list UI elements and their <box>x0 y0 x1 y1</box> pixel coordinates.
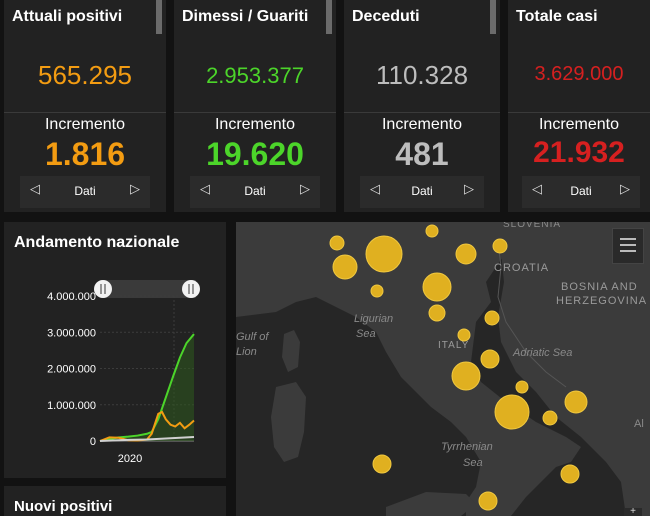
region-bubble[interactable] <box>425 224 439 238</box>
map-label: BOSNIA AND <box>561 281 638 293</box>
y-tick-label: 4.000.000 <box>47 291 96 303</box>
scrollbar-thumb[interactable] <box>490 0 496 34</box>
y-tick-label: 1.000.000 <box>47 400 96 412</box>
region-bubble[interactable] <box>478 491 498 511</box>
region-bubble[interactable] <box>329 235 345 251</box>
increment-value: 1.816 <box>44 136 126 172</box>
chart-panel: Andamento nazionale 4.000.000 3.000.000 2.… <box>4 222 226 478</box>
map-label: SLOVENIA <box>503 222 561 230</box>
region-bubble[interactable] <box>455 243 477 265</box>
map-label: Lion <box>236 346 257 358</box>
divider <box>4 112 166 113</box>
increment-label: Incremento <box>381 116 463 133</box>
card-pager: ◁ Dati ▷ <box>360 176 484 208</box>
map-label: Sea <box>356 328 376 340</box>
range-slider-track[interactable] <box>100 280 196 298</box>
map-label: Adriatic Sea <box>512 347 572 359</box>
scrollbar-thumb[interactable] <box>326 0 332 34</box>
region-bubble[interactable] <box>492 238 508 254</box>
map-label: ITALY <box>438 340 469 351</box>
card-title: Deceduti <box>352 8 420 25</box>
card-value: 110.328 <box>375 60 469 90</box>
region-bubble[interactable] <box>560 464 580 484</box>
map-canvas[interactable]: SLOVENIA CROATIA BOSNIA AND HERZEGOVINA … <box>236 222 650 516</box>
card-pager: ◁ Dati ▷ <box>190 176 320 208</box>
divider <box>174 112 336 113</box>
card-totale-casi: Totale casi 3.629.000 Incremento 21.932 … <box>508 0 650 212</box>
card-deceduti: Deceduti 110.328 Incremento 481 ◁ Dati ▷ <box>344 0 500 212</box>
region-bubble[interactable] <box>428 304 446 322</box>
y-tick-label: 2.000.000 <box>47 364 96 376</box>
range-handle-right[interactable] <box>182 280 200 298</box>
nuovi-positivi-panel: Nuovi positivi <box>4 486 226 516</box>
card-attuali-positivi: Attuali positivi 565.295 Incremento 1.81… <box>4 0 166 212</box>
region-bubble[interactable] <box>370 284 384 298</box>
card-title: Attuali positivi <box>12 8 123 25</box>
card-dimessi-guariti: Dimessi / Guariti 2.953.377 Incremento 1… <box>174 0 336 212</box>
region-bubble[interactable] <box>494 394 530 430</box>
region-bubble[interactable] <box>515 380 529 394</box>
region-bubble[interactable] <box>484 310 500 326</box>
card-pager: ◁ Dati ▷ <box>522 176 640 208</box>
region-bubble[interactable] <box>480 349 500 369</box>
next-arrow-icon[interactable]: ▷ <box>300 181 310 197</box>
region-bubble[interactable] <box>365 235 403 273</box>
card-title: Totale casi <box>516 8 598 25</box>
map-label: Gulf of <box>236 331 269 343</box>
card-value: 565.295 <box>38 60 132 90</box>
y-tick-label: 3.000.000 <box>47 327 96 339</box>
region-bubble[interactable] <box>422 272 452 302</box>
increment-value: 21.932 <box>533 136 625 169</box>
map-label: Ligurian <box>354 313 393 325</box>
increment-value: 19.620 <box>206 136 304 172</box>
increment-label: Incremento <box>538 116 620 133</box>
map-label: Tyrrhenian <box>441 441 493 453</box>
divider <box>344 112 500 113</box>
scrollbar-thumb[interactable] <box>156 0 162 34</box>
card-pager: ◁ Dati ▷ <box>20 176 150 208</box>
land-sicily <box>386 492 476 516</box>
map-label: CROATIA <box>494 262 549 274</box>
map-label: HERZEGOVINA <box>556 295 647 307</box>
range-handle-left[interactable] <box>94 280 112 298</box>
panel-title: Nuovi positivi <box>14 498 113 515</box>
card-title: Dimessi / Guariti <box>182 8 309 25</box>
increment-label: Incremento <box>214 116 296 133</box>
region-bubble[interactable] <box>542 410 558 426</box>
line-chart: 4.000.000 3.000.000 2.000.000 1.000.000 0 20… <box>47 280 200 465</box>
card-value: 2.953.377 <box>206 63 304 88</box>
zoom-plus-button[interactable]: + <box>624 507 642 516</box>
x-tick-label: 2020 <box>118 453 142 465</box>
next-arrow-icon[interactable]: ▷ <box>620 181 630 197</box>
region-bubble[interactable] <box>564 390 588 414</box>
card-value: 3.629.000 <box>534 63 624 85</box>
map-view[interactable]: SLOVENIA CROATIA BOSNIA AND HERZEGOVINA … <box>236 222 650 516</box>
map-label: Sea <box>463 457 483 469</box>
series-area <box>100 334 194 441</box>
region-bubble[interactable] <box>332 254 358 280</box>
land-sardinia <box>271 382 306 462</box>
region-bubble[interactable] <box>372 454 392 474</box>
region-bubble[interactable] <box>451 361 481 391</box>
next-arrow-icon[interactable]: ▷ <box>464 181 474 197</box>
legend-list-icon[interactable] <box>612 228 644 264</box>
increment-value: 481 <box>395 136 449 172</box>
divider <box>508 112 650 113</box>
increment-label: Incremento <box>44 116 126 133</box>
y-tick-label: 0 <box>90 436 96 448</box>
region-bubble[interactable] <box>457 328 471 342</box>
next-arrow-icon[interactable]: ▷ <box>130 181 140 197</box>
land-corsica <box>282 330 300 372</box>
map-label: Al <box>634 418 644 430</box>
